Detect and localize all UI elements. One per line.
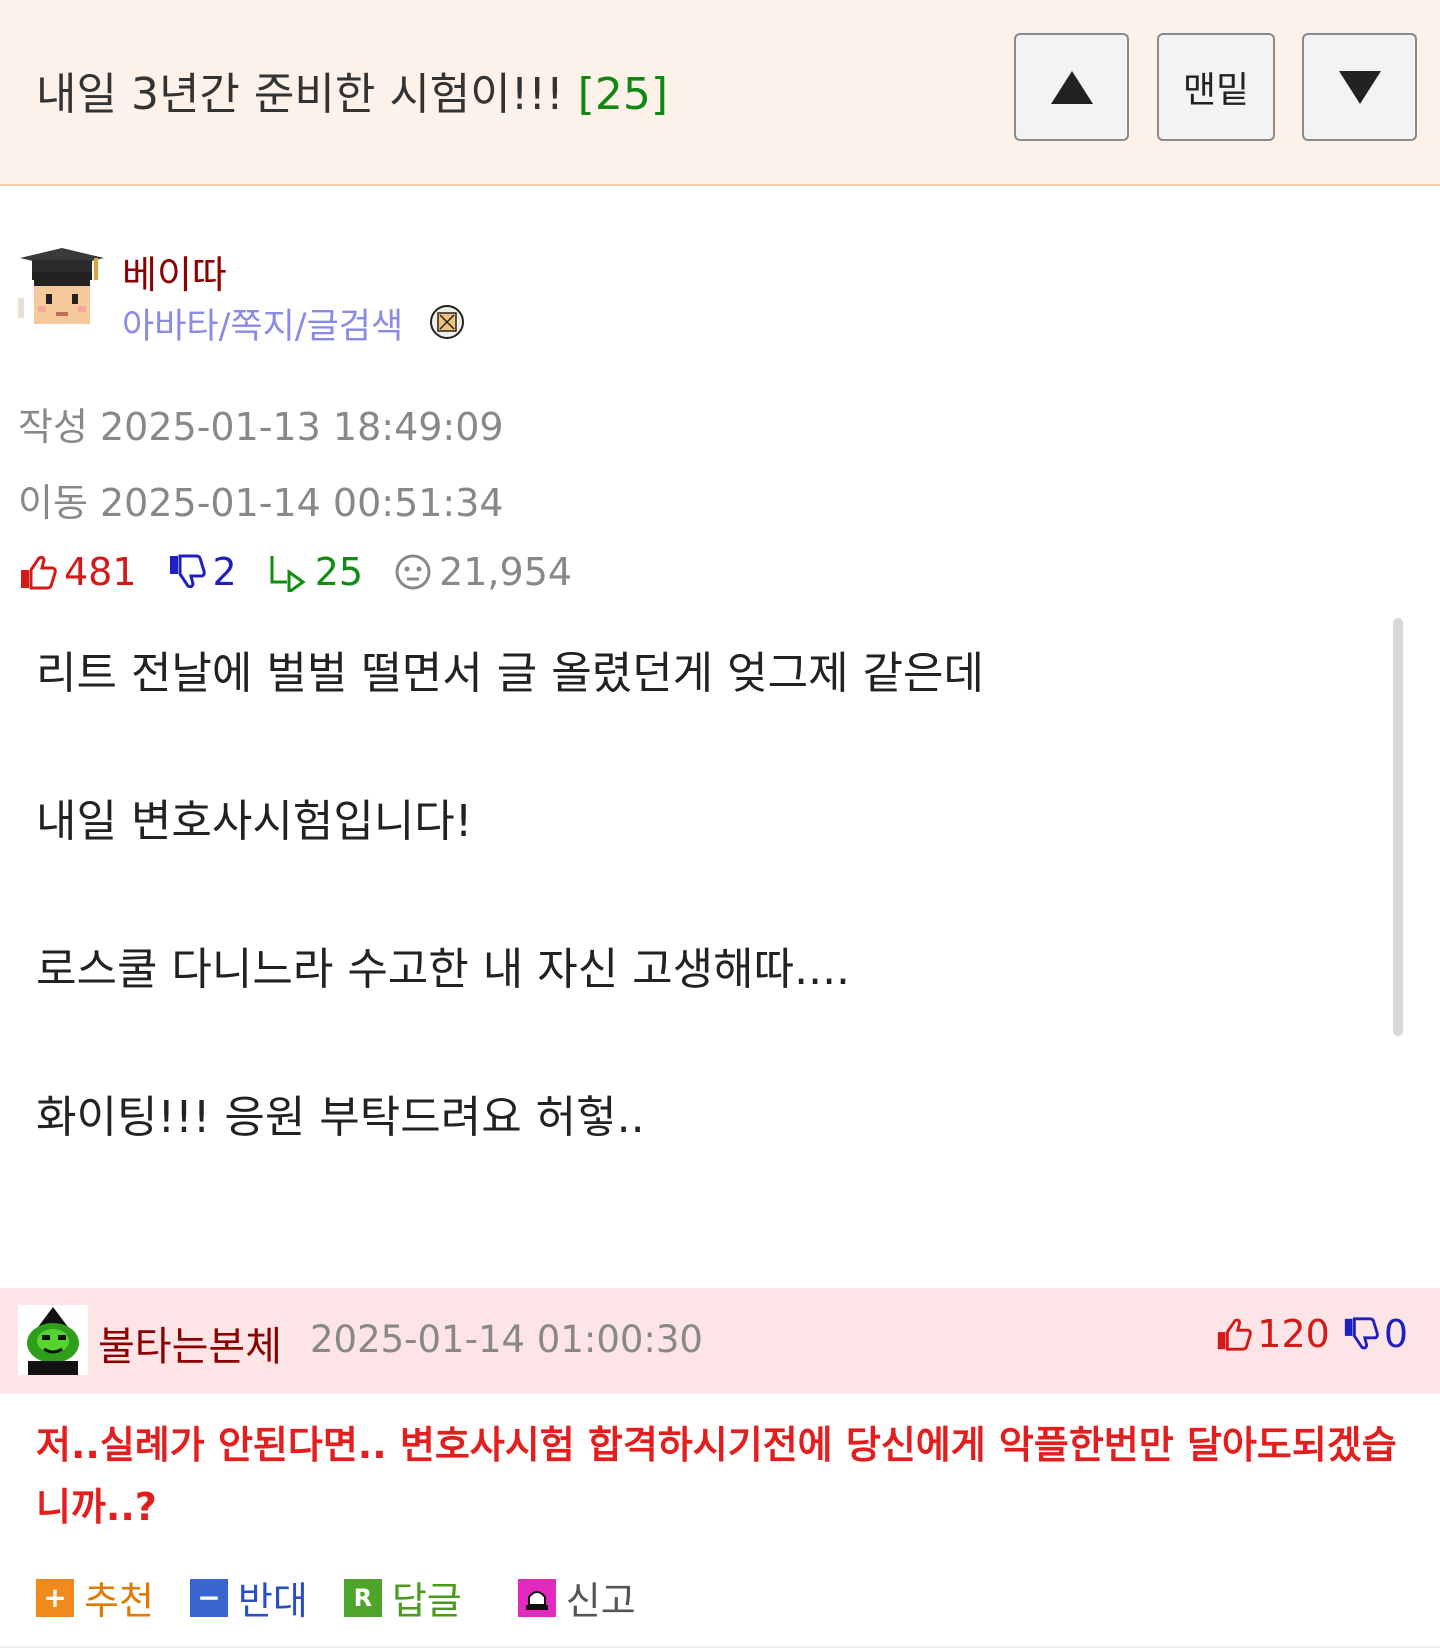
downvote-stat: 2 — [167, 550, 237, 594]
reply-r-icon: R — [343, 1578, 382, 1617]
post-title: 내일 3년간 준비한 시험이!!! [25] — [36, 58, 668, 122]
scroll-down-button[interactable] — [1302, 33, 1417, 141]
reply-stat: 25 — [267, 550, 363, 594]
comment-count[interactable]: [25] — [578, 69, 668, 120]
reply-arrow-icon — [270, 556, 306, 592]
commenter-name[interactable]: 불타는본체 — [98, 1314, 282, 1372]
comment-date: 2025-01-14 01:00:30 — [310, 1318, 703, 1361]
post-body-line: 리트 전날에 벌벌 떨면서 글 올렸던게 엊그제 같은데 — [36, 648, 984, 699]
oppose-button[interactable]: − 반대 — [189, 1570, 308, 1625]
view-stat: 21,954 — [393, 550, 572, 594]
upvote-stat: 481 — [18, 550, 137, 594]
post-title-text: 내일 3년간 준비한 시험이!!! — [36, 69, 564, 120]
eye-view-icon — [395, 554, 431, 590]
report-button[interactable]: 신고 — [517, 1570, 636, 1625]
plus-icon: + — [36, 1578, 74, 1617]
author-links[interactable]: 아바타/쪽지/글검색 — [122, 298, 403, 349]
reply-count: 25 — [314, 550, 364, 594]
upvote-count: 481 — [64, 550, 137, 594]
thumbs-up-icon — [21, 555, 57, 590]
scroll-up-button[interactable] — [1014, 33, 1129, 141]
member-badge-icon — [430, 305, 464, 339]
reply-button[interactable]: R 답글 — [343, 1570, 462, 1625]
post-header: 내일 3년간 준비한 시험이!!! [25] 맨밑 — [0, 0, 1440, 186]
post-body-line: 로스쿨 다니느라 수고한 내 자신 고생해따.... — [36, 944, 851, 995]
comment-downvote: 0 — [1342, 1312, 1408, 1356]
scroll-bottom-button[interactable]: 맨밑 — [1157, 33, 1275, 141]
recommend-label: 추천 — [84, 1579, 154, 1623]
reply-label: 답글 — [391, 1579, 462, 1623]
comment-upvote: 120 — [1215, 1312, 1330, 1356]
post-body-line: 내일 변호사시험입니다! — [36, 796, 473, 847]
comment-text: 저..실례가 안된다면.. 변호사시험 합격하시기전에 당신에게 악플한번만 달… — [36, 1423, 1397, 1529]
triangle-up-icon — [1050, 70, 1093, 104]
triangle-down-icon — [1338, 70, 1381, 104]
thumbs-up-icon — [1218, 1318, 1253, 1351]
divider — [0, 1646, 1440, 1648]
downvote-count: 2 — [212, 550, 237, 594]
thumbs-down-icon — [169, 554, 206, 589]
comment-downvote-count: 0 — [1383, 1312, 1408, 1356]
minus-icon: − — [189, 1578, 228, 1617]
comment-upvote-count: 120 — [1257, 1312, 1330, 1356]
comment-actions: + 추천 − 반대 R 답글 신고 — [36, 1570, 636, 1625]
post-created-date: 작성 2025-01-13 18:49:09 — [18, 405, 504, 449]
post-body-line: 화이팅!!! 응원 부탁드려요 허헣.. — [36, 1092, 645, 1143]
comment-votes: 120 0 — [1215, 1312, 1408, 1356]
post-body: 리트 전날에 벌벌 떨면서 글 올렸던게 엊그제 같은데 내일 변호사시험입니다… — [36, 648, 1376, 1240]
post-stats: 481 2 25 21,954 — [18, 548, 602, 596]
author-avatar[interactable] — [18, 248, 106, 336]
report-label: 신고 — [565, 1579, 636, 1623]
siren-icon — [517, 1578, 556, 1617]
oppose-label: 반대 — [237, 1579, 308, 1623]
content-scrollbar[interactable] — [1393, 618, 1403, 1036]
recommend-button[interactable]: + 추천 — [36, 1570, 154, 1625]
view-count: 21,954 — [439, 550, 573, 594]
post-moved-date: 이동 2025-01-14 00:51:34 — [18, 481, 504, 525]
commenter-avatar[interactable] — [18, 1305, 88, 1375]
comment-header: 불타는본체 2025-01-14 01:00:30 120 0 — [0, 1288, 1440, 1394]
author-name[interactable]: 베이따 — [122, 244, 227, 299]
thumbs-down-icon — [1344, 1317, 1379, 1350]
